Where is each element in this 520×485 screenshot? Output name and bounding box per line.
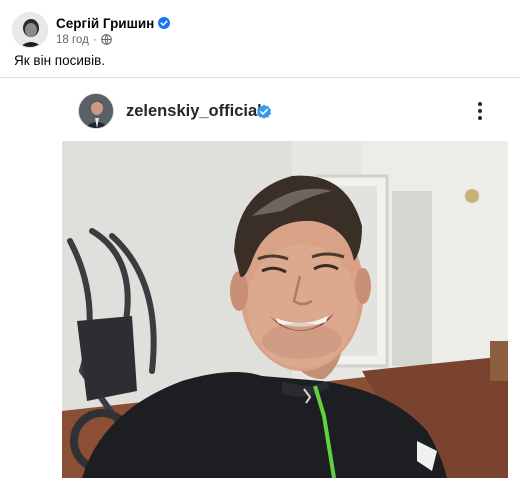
- instagram-username[interactable]: zelenskiy_official: [126, 101, 262, 121]
- post-photo[interactable]: [62, 141, 508, 478]
- more-vertical-icon[interactable]: [472, 100, 488, 122]
- post-meta: Сергій Гришин 18 год ·: [56, 15, 171, 46]
- post-header: Сергій Гришин 18 год ·: [12, 10, 171, 50]
- embedded-instagram-post[interactable]: zelenskiy_official: [62, 82, 508, 478]
- verified-badge-icon: [158, 17, 171, 29]
- instagram-avatar[interactable]: [78, 93, 114, 129]
- meta-separator: ·: [92, 33, 97, 46]
- post-timestamp[interactable]: 18 год: [56, 34, 89, 46]
- verified-badge-icon: [256, 104, 272, 119]
- post-text: Як він посивів.: [14, 53, 105, 68]
- divider: [0, 77, 520, 78]
- instagram-header: zelenskiy_official: [62, 82, 508, 140]
- author-avatar[interactable]: [12, 12, 48, 48]
- globe-icon[interactable]: [100, 34, 112, 45]
- author-name[interactable]: Сергій Гришин: [56, 15, 154, 32]
